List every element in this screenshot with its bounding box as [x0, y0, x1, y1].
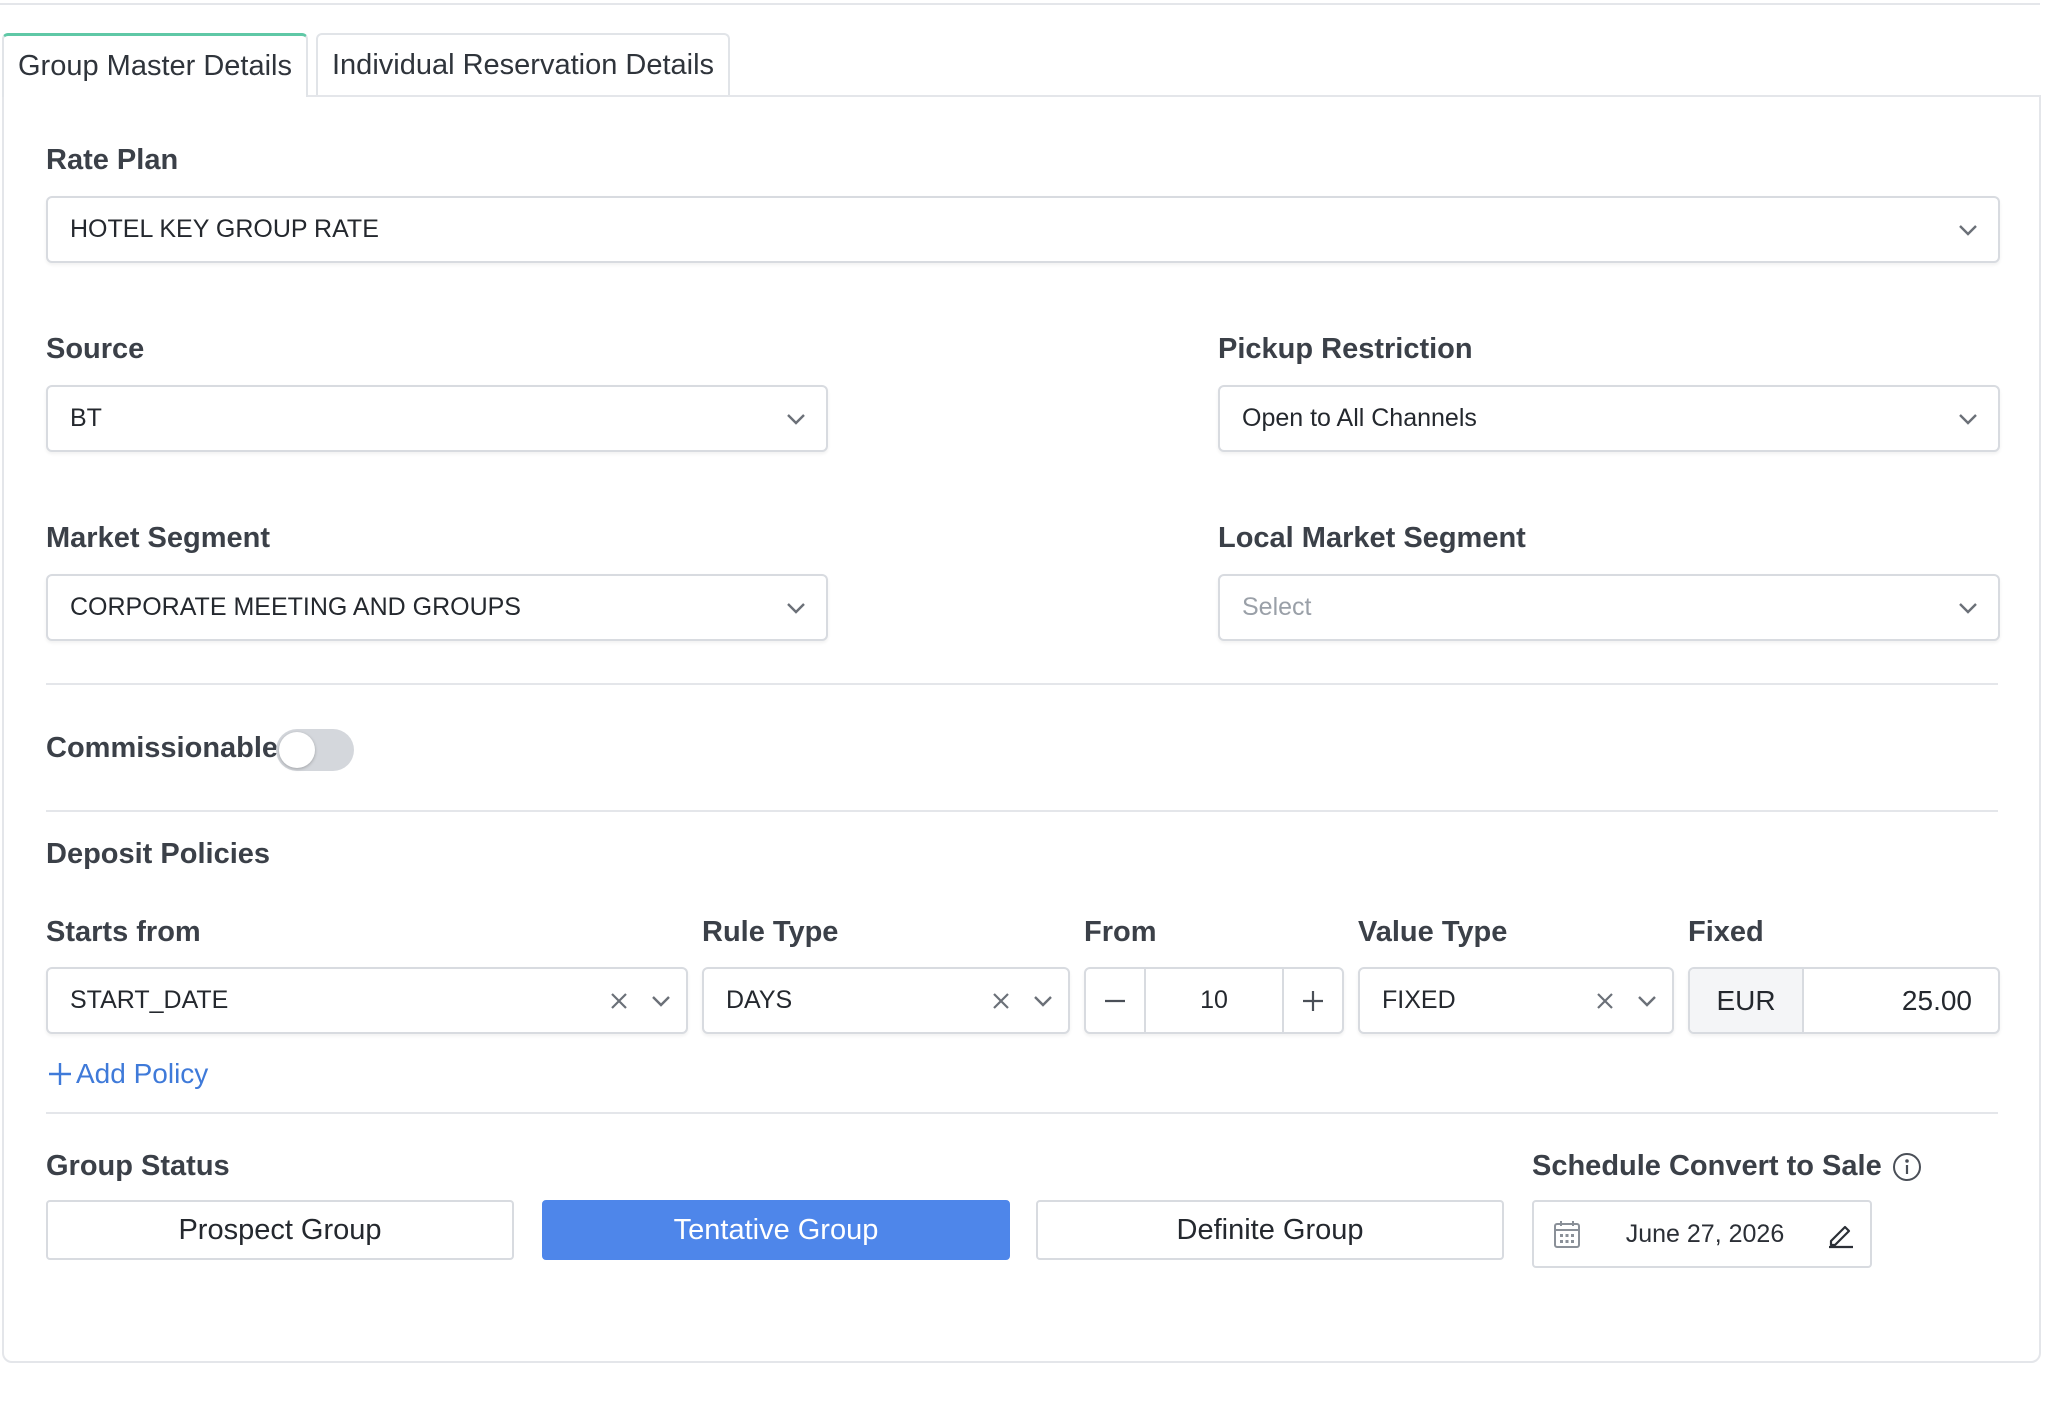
commissionable-toggle[interactable] — [276, 729, 354, 771]
rate-plan-select[interactable]: HOTEL KEY GROUP RATE — [46, 196, 2000, 263]
top-divider — [0, 3, 2040, 5]
group-status-label: Group Status — [46, 1150, 230, 1182]
local-market-segment-label: Local Market Segment — [1218, 522, 1526, 554]
amount-input[interactable]: 25.00 — [1804, 969, 1998, 1032]
pickup-restriction-select[interactable]: Open to All Channels — [1218, 385, 2000, 452]
increment-button[interactable] — [1284, 969, 1342, 1032]
pickup-restriction-label: Pickup Restriction — [1218, 333, 1473, 365]
tab-bar: Group Master Details Individual Reservat… — [2, 33, 731, 97]
currency-code: EUR — [1690, 969, 1804, 1032]
pencil-icon[interactable] — [1810, 1219, 1870, 1249]
starts-from-select[interactable]: START_DATE — [46, 967, 688, 1034]
schedule-convert-date-picker[interactable]: June 27, 2026 — [1532, 1200, 1872, 1268]
clear-icon[interactable] — [1588, 969, 1622, 1032]
calendar-icon — [1534, 1219, 1600, 1249]
chevron-down-icon — [1018, 969, 1068, 1032]
rate-plan-value: HOTEL KEY GROUP RATE — [70, 215, 379, 243]
starts-from-value: START_DATE — [70, 986, 229, 1014]
plus-icon — [48, 1062, 72, 1086]
commissionable-label: Commissionable — [46, 732, 279, 764]
clear-icon[interactable] — [602, 969, 636, 1032]
rate-plan-label: Rate Plan — [46, 144, 179, 176]
from-stepper: 10 — [1084, 967, 1344, 1034]
info-icon[interactable] — [1892, 1152, 1922, 1182]
section-divider — [46, 1112, 1998, 1114]
fixed-amount-field: EUR 25.00 — [1688, 967, 2000, 1034]
tentative-group-button[interactable]: Tentative Group — [542, 1200, 1010, 1260]
schedule-convert-date: June 27, 2026 — [1625, 1219, 1785, 1248]
chevron-down-icon — [636, 969, 686, 1032]
rule-type-value: DAYS — [726, 986, 793, 1014]
source-value: BT — [70, 404, 102, 432]
add-policy-button[interactable]: Add Policy — [48, 1058, 208, 1090]
schedule-convert-label: Schedule Convert to Sale — [1532, 1150, 1882, 1182]
value-type-select[interactable]: FIXED — [1358, 967, 1674, 1034]
fixed-header: Fixed — [1688, 916, 1764, 948]
market-segment-value: CORPORATE MEETING AND GROUPS — [70, 593, 521, 621]
toggle-knob — [279, 732, 315, 768]
value-type-value: FIXED — [1382, 986, 1456, 1014]
rule-type-select[interactable]: DAYS — [702, 967, 1070, 1034]
chevron-down-icon — [1938, 576, 1998, 639]
decrement-button[interactable] — [1086, 969, 1144, 1032]
chevron-down-icon — [1622, 969, 1672, 1032]
value-type-header: Value Type — [1358, 916, 1508, 948]
source-select[interactable]: BT — [46, 385, 828, 452]
prospect-group-button[interactable]: Prospect Group — [46, 1200, 514, 1260]
section-divider — [46, 683, 1998, 685]
starts-from-header: Starts from — [46, 916, 201, 948]
pickup-restriction-value: Open to All Channels — [1242, 404, 1477, 432]
rule-type-header: Rule Type — [702, 916, 839, 948]
chevron-down-icon — [766, 387, 826, 450]
add-policy-label: Add Policy — [76, 1058, 209, 1089]
from-value[interactable]: 10 — [1144, 969, 1284, 1032]
tab-individual-reservation-details[interactable]: Individual Reservation Details — [316, 33, 731, 95]
local-market-segment-placeholder: Select — [1242, 593, 1312, 621]
schedule-convert-header: Schedule Convert to Sale — [1532, 1150, 1922, 1183]
definite-group-button[interactable]: Definite Group — [1036, 1200, 1504, 1260]
chevron-down-icon — [1938, 198, 1998, 261]
chevron-down-icon — [766, 576, 826, 639]
source-label: Source — [46, 333, 145, 365]
section-divider — [46, 810, 1998, 812]
tab-group-master-details[interactable]: Group Master Details — [2, 33, 308, 97]
from-header: From — [1084, 916, 1157, 948]
chevron-down-icon — [1938, 387, 1998, 450]
local-market-segment-select[interactable]: Select — [1218, 574, 2000, 641]
deposit-policies-title: Deposit Policies — [46, 838, 271, 870]
clear-icon[interactable] — [984, 969, 1018, 1032]
market-segment-label: Market Segment — [46, 522, 271, 554]
market-segment-select[interactable]: CORPORATE MEETING AND GROUPS — [46, 574, 828, 641]
